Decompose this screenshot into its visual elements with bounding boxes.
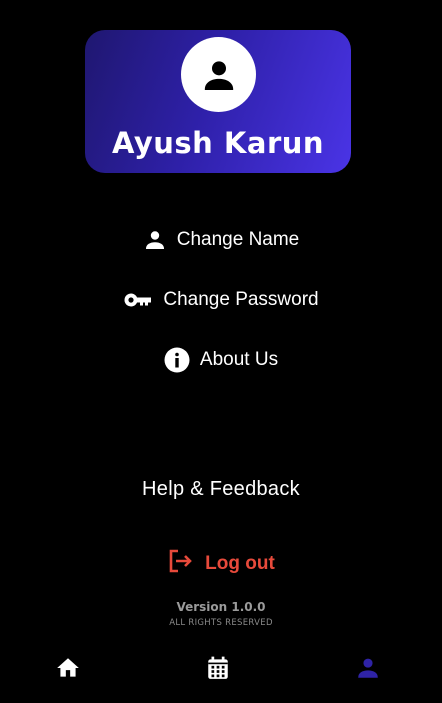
logout-icon [167, 548, 193, 580]
avatar[interactable] [181, 37, 256, 112]
home-icon [57, 658, 79, 677]
calendar-icon [208, 656, 228, 679]
profile-card: Ayush Karun [85, 30, 351, 173]
info-icon [164, 347, 190, 373]
key-icon [123, 290, 153, 310]
change-name-button[interactable]: Change Name [0, 222, 442, 258]
person-icon [143, 228, 167, 252]
nav-profile-button[interactable] [338, 645, 398, 691]
rights-text: ALL RIGHTS RESERVED [169, 618, 273, 628]
about-us-label: About Us [199, 349, 279, 370]
logout-label: Log out [205, 553, 275, 574]
nav-calendar-button[interactable] [188, 645, 248, 691]
profile-icon [358, 658, 378, 678]
logout-button[interactable]: Log out [0, 548, 442, 580]
change-password-button[interactable]: Change Password [0, 282, 442, 318]
version-text: Version 1.0.0 [176, 600, 266, 614]
profile-name: Ayush Karun [111, 126, 325, 160]
nav-home-button[interactable] [38, 645, 98, 691]
person-icon [204, 60, 233, 90]
about-us-button[interactable]: About Us [0, 342, 442, 378]
change-password-label: Change Password [163, 289, 319, 310]
help-feedback-link[interactable]: Help & Feedback [0, 478, 442, 501]
bottom-nav [0, 645, 442, 691]
change-name-label: Change Name [176, 229, 300, 250]
